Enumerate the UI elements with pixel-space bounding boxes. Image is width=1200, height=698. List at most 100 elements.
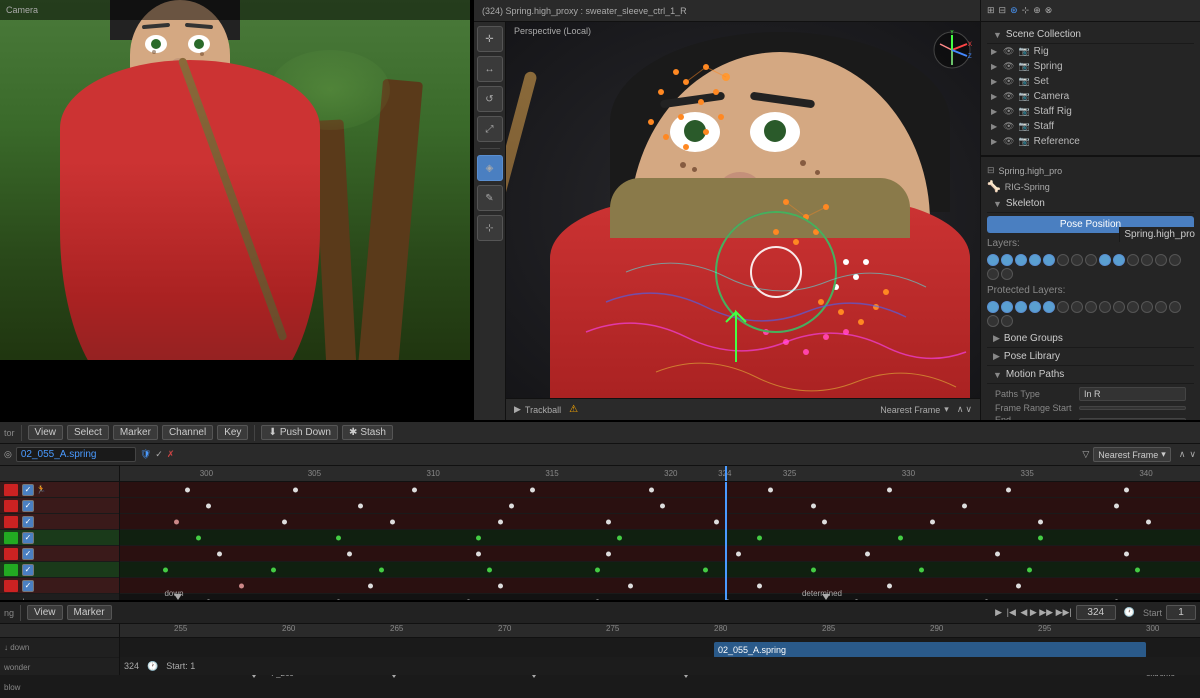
nla-start-input[interactable] xyxy=(1166,605,1196,620)
measure-tool[interactable]: ⊹ xyxy=(477,215,503,241)
spring-eye[interactable]: 👁 xyxy=(1003,61,1014,72)
prot-dot-8[interactable] xyxy=(1085,301,1097,313)
prot-dot-5[interactable] xyxy=(1043,301,1055,313)
ds-x-icon[interactable]: ✗ xyxy=(167,449,175,460)
nla-action-strip[interactable]: 02_055_A.spring xyxy=(714,642,1146,658)
rig-dropdown-icon[interactable]: ⊟ xyxy=(987,165,995,176)
prot-dot-16[interactable] xyxy=(1001,315,1013,327)
ds-icon-1[interactable]: ◎ xyxy=(4,449,12,460)
skeleton-header[interactable]: ▼ Skeleton xyxy=(987,195,1194,213)
layer-dot-8[interactable] xyxy=(1085,254,1097,266)
scale-tool[interactable]: ⤢ xyxy=(477,116,503,142)
track-row-4[interactable] xyxy=(120,530,1200,546)
ds-extra-1[interactable]: ∧ xyxy=(1179,449,1186,460)
prot-dot-11[interactable] xyxy=(1127,301,1139,313)
set-eye[interactable]: 👁 xyxy=(1003,76,1014,87)
viewport-left[interactable]: Camera xyxy=(0,0,470,420)
spring-camera[interactable]: 📷 xyxy=(1018,61,1029,72)
track-row-2[interactable] xyxy=(120,498,1200,514)
track-checkbox-3[interactable]: ✓ xyxy=(22,516,34,528)
view-menu[interactable]: View xyxy=(28,425,64,440)
camera-camera[interactable]: 📷 xyxy=(1018,91,1029,102)
cursor-tool[interactable]: ✛ xyxy=(477,26,503,52)
prot-dot-2[interactable] xyxy=(1001,301,1013,313)
track-checkbox-4[interactable]: ✓ xyxy=(22,532,34,544)
props-icon-4[interactable]: ⊹ xyxy=(1022,5,1030,16)
prot-dot-6[interactable] xyxy=(1057,301,1069,313)
layer-dot-11[interactable] xyxy=(1127,254,1139,266)
track-checkbox-5[interactable]: ✓ xyxy=(22,548,34,560)
collection-staff-rig[interactable]: ▶ 👁 📷 Staff Rig xyxy=(987,104,1194,119)
nla-marker-menu[interactable]: Marker xyxy=(67,605,112,620)
prot-dot-13[interactable] xyxy=(1155,301,1167,313)
prot-dot-3[interactable] xyxy=(1015,301,1027,313)
layer-dot-10[interactable] xyxy=(1113,254,1125,266)
layer-dot-16[interactable] xyxy=(1001,268,1013,280)
staffrig-camera[interactable]: 📷 xyxy=(1018,106,1029,117)
layer-dot-9[interactable] xyxy=(1099,254,1111,266)
set-camera[interactable]: 📷 xyxy=(1018,76,1029,87)
ref-eye[interactable]: 👁 xyxy=(1003,136,1014,147)
nla-frame-input[interactable] xyxy=(1076,605,1116,620)
nla-frame-controls[interactable]: ◀ ▶ ▶▶ ▶▶| xyxy=(1020,607,1071,617)
prot-dot-4[interactable] xyxy=(1029,301,1041,313)
staffrig-eye[interactable]: 👁 xyxy=(1003,106,1014,117)
pose-library-header[interactable]: ▶ Pose Library xyxy=(987,348,1194,366)
layer-dot-15[interactable] xyxy=(987,268,999,280)
layer-dot-12[interactable] xyxy=(1141,254,1153,266)
layer-dot-3[interactable] xyxy=(1015,254,1027,266)
layer-dot-4[interactable] xyxy=(1029,254,1041,266)
track-row-1[interactable] xyxy=(120,482,1200,498)
collection-spring[interactable]: ▶ 👁 📷 Spring xyxy=(987,59,1194,74)
motion-paths-header[interactable]: ▼ Motion Paths xyxy=(987,366,1194,384)
viewport-3d-content[interactable]: X Y Z Perspective (Local) xyxy=(506,22,980,398)
ds-extra-2[interactable]: ∨ xyxy=(1189,449,1196,460)
rig-camera[interactable]: 📷 xyxy=(1018,46,1029,57)
prot-dot-10[interactable] xyxy=(1113,301,1125,313)
ds-filter-icon[interactable]: ▽ xyxy=(1082,449,1089,460)
props-icon-5[interactable]: ⊕ xyxy=(1033,5,1041,16)
move-tool[interactable]: ↔ xyxy=(477,56,503,82)
camera-eye[interactable]: 👁 xyxy=(1003,91,1014,102)
paths-type-value[interactable]: In R xyxy=(1079,387,1186,401)
select-menu[interactable]: Select xyxy=(67,425,109,440)
marker-menu[interactable]: Marker xyxy=(113,425,158,440)
collection-reference[interactable]: ▶ 👁 📷 Reference xyxy=(987,134,1194,149)
collection-set[interactable]: ▶ 👁 📷 Set xyxy=(987,74,1194,89)
layer-dot-6[interactable] xyxy=(1057,254,1069,266)
prot-dot-1[interactable] xyxy=(987,301,999,313)
dopesheet-tracks[interactable]: 300 305 310 315 320 324 325 330 335 340 xyxy=(120,466,1200,600)
push-down-btn[interactable]: ⬇ Push Down xyxy=(261,425,338,440)
props-icon-1[interactable]: ⊞ xyxy=(987,5,995,16)
bone-groups-header[interactable]: ▶ Bone Groups xyxy=(987,330,1194,348)
rig-eye[interactable]: 👁 xyxy=(1003,46,1014,57)
annotate-tool[interactable]: ✎ xyxy=(477,185,503,211)
track-row-3[interactable] xyxy=(120,514,1200,530)
ds-check-icon[interactable]: ✓ xyxy=(155,449,163,460)
ds-shield-icon[interactable]: 🛡 xyxy=(140,449,151,460)
layer-dot-13[interactable] xyxy=(1155,254,1167,266)
scene-collection-header[interactable]: ▼ Scene Collection xyxy=(987,26,1194,44)
layer-dot-14[interactable] xyxy=(1169,254,1181,266)
track-row-6[interactable] xyxy=(120,562,1200,578)
collection-staff[interactable]: ▶ 👁 📷 Staff xyxy=(987,119,1194,134)
props-icon-2[interactable]: ⊟ xyxy=(999,5,1007,16)
stash-btn[interactable]: ✱ Stash xyxy=(342,425,393,440)
staff-cam[interactable]: 📷 xyxy=(1018,121,1029,132)
layer-dot-5[interactable] xyxy=(1043,254,1055,266)
frame-range-start-value[interactable] xyxy=(1079,406,1186,410)
layer-dot-1[interactable] xyxy=(987,254,999,266)
track-checkbox-2[interactable]: ✓ xyxy=(22,500,34,512)
track-checkbox-6[interactable]: ✓ xyxy=(22,564,34,576)
prot-dot-7[interactable] xyxy=(1071,301,1083,313)
prot-dot-14[interactable] xyxy=(1169,301,1181,313)
prot-dot-15[interactable] xyxy=(987,315,999,327)
collection-camera[interactable]: ▶ 👁 📷 Camera xyxy=(987,89,1194,104)
layer-dot-2[interactable] xyxy=(1001,254,1013,266)
nla-content[interactable]: 255 260 265 270 275 280 285 290 295 300 xyxy=(120,624,1200,675)
track-row-5[interactable] xyxy=(120,546,1200,562)
snap-dropdown-arrow[interactable]: ▾ xyxy=(944,404,949,415)
track-checkbox-1[interactable]: ✓ xyxy=(22,484,34,496)
viewport-right[interactable]: (324) Spring.high_proxy : sweater_sleeve… xyxy=(474,0,980,420)
prot-dot-12[interactable] xyxy=(1141,301,1153,313)
